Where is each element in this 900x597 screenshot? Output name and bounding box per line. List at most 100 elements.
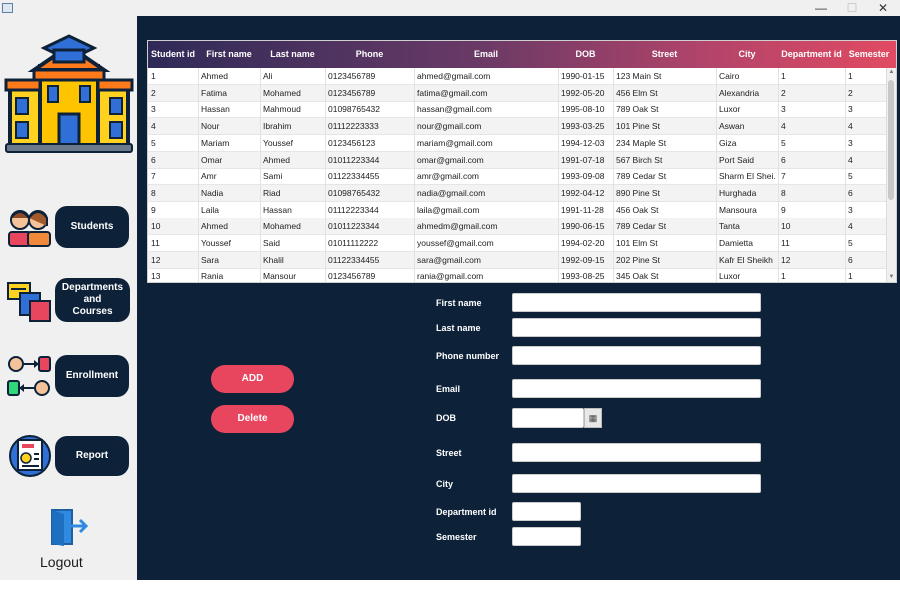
students-table[interactable]: Student id First name Last name Phone Email D… xyxy=(147,40,897,283)
bottom-strip xyxy=(0,580,900,597)
table-cell: 3 xyxy=(151,104,156,115)
table-cell: 1992-09-15 xyxy=(561,254,605,265)
scroll-up-icon[interactable]: ▲ xyxy=(887,68,896,77)
nav-students-button[interactable]: Students xyxy=(55,206,129,248)
table-cell: Nadia xyxy=(201,187,224,198)
delete-button[interactable]: Delete xyxy=(211,405,294,433)
table-cell: 01122334455 xyxy=(328,254,380,265)
table-cell: 456 Oak St xyxy=(616,204,659,215)
column-divider xyxy=(558,68,559,282)
students-icon xyxy=(8,210,51,247)
table-cell: Mahmoud xyxy=(263,104,301,115)
table-row[interactable]: 1 Ahmed Ali 0123456789 ahmed@gmail.com 1990-0… xyxy=(148,68,886,85)
calendar-icon[interactable]: ▦ xyxy=(584,408,602,428)
title-bar: — ☐ ✕ xyxy=(0,0,900,16)
department-id-input[interactable] xyxy=(512,502,581,521)
add-button[interactable]: ADD xyxy=(211,365,294,393)
table-cell: 4 xyxy=(848,121,853,132)
last-name-label: Last name xyxy=(436,323,481,333)
table-cell: 5 xyxy=(848,238,853,248)
logout-icon[interactable] xyxy=(48,506,90,548)
column-header[interactable]: Last name xyxy=(260,41,325,68)
table-cell: Port Said xyxy=(719,154,754,165)
table-cell: 7 xyxy=(151,171,156,182)
column-header[interactable]: Phone xyxy=(325,41,414,68)
column-header[interactable]: Street xyxy=(613,41,716,68)
logout-label[interactable]: Logout xyxy=(40,554,83,570)
city-input[interactable] xyxy=(512,474,761,493)
table-row[interactable]: 2 Fatima Mohamed 0123456789 fatima@gmail.com… xyxy=(148,84,886,102)
table-cell: 2 xyxy=(781,87,786,98)
table-row[interactable]: 8 Nadia Riad 01098765432 nadia@gmail.com 1992… xyxy=(148,184,886,202)
table-cell: 6 xyxy=(848,254,853,265)
table-cell: 890 Pine St xyxy=(616,187,660,198)
table-cell: Hassan xyxy=(263,204,292,215)
table-row[interactable]: 13 Rania Mansour 0123456789 rania@gmail.com 1… xyxy=(148,268,886,282)
table-cell: Nour xyxy=(201,121,220,132)
table-cell: Youssef xyxy=(201,238,231,248)
table-cell: 456 Elm St xyxy=(616,87,658,98)
table-cell: 1990-06-15 xyxy=(561,221,605,232)
phone-number-input[interactable] xyxy=(512,346,761,365)
column-header[interactable]: DOB xyxy=(558,41,613,68)
column-header[interactable]: First name xyxy=(198,41,260,68)
minimize-button[interactable]: — xyxy=(806,0,836,16)
scroll-thumb[interactable] xyxy=(888,80,894,200)
table-cell: 01011223344 xyxy=(328,221,380,232)
first-name-input[interactable] xyxy=(512,293,761,312)
table-cell: 567 Birch St xyxy=(616,154,663,165)
table-row[interactable]: 6 Omar Ahmed 01011223344 omar@gmail.com 1991-… xyxy=(148,151,886,169)
column-header[interactable]: Student id xyxy=(148,41,198,68)
column-divider xyxy=(325,68,326,282)
table-scrollbar[interactable]: ▲ ▼ xyxy=(886,68,896,282)
table-row[interactable]: 11 Youssef Said 01011112222 youssef@gmail.co… xyxy=(148,235,886,252)
table-cell: Youssef xyxy=(263,137,293,148)
dob-label: DOB xyxy=(436,413,456,423)
close-button[interactable]: ✕ xyxy=(868,0,898,16)
table-cell: Khalil xyxy=(263,254,284,265)
table-cell: nadia@gmail.com xyxy=(417,187,486,198)
column-header[interactable]: Semester xyxy=(845,41,893,68)
semester-input[interactable] xyxy=(512,527,581,546)
maximize-button[interactable]: ☐ xyxy=(837,0,867,16)
table-cell: 789 Cedar St xyxy=(616,171,667,182)
email-input[interactable] xyxy=(512,379,761,398)
table-row[interactable]: 4 Nour Ibrahim 01112223333 nour@gmail.com 199… xyxy=(148,118,886,136)
table-row[interactable]: 5 Mariam Youssef 0123456123 mariam@gmail.com… xyxy=(148,135,886,152)
column-header[interactable]: Email xyxy=(414,41,558,68)
table-cell: 4 xyxy=(151,121,156,132)
nav-report-button[interactable]: Report xyxy=(55,436,129,476)
table-cell: youssef@gmail.com xyxy=(417,238,494,248)
table-cell: 5 xyxy=(151,137,156,148)
table-cell: 0123456123 xyxy=(328,137,376,148)
table-cell: 11 xyxy=(781,238,790,248)
table-cell: 1995-08-10 xyxy=(561,104,605,115)
table-cell: 5 xyxy=(848,171,853,182)
table-row[interactable]: 10 Ahmed Mohamed 01011223344 ahmedm@gmail.co… xyxy=(148,218,886,236)
table-cell: ahmedm@gmail.com xyxy=(417,221,498,232)
department-id-label: Department id xyxy=(436,507,497,517)
dob-input[interactable] xyxy=(512,408,584,428)
column-header[interactable]: Department id xyxy=(778,41,845,68)
nav-departments-courses-button[interactable]: Departments and Courses xyxy=(55,278,130,322)
street-input[interactable] xyxy=(512,443,761,462)
table-cell: 1 xyxy=(781,71,786,81)
table-cell: 1990-01-15 xyxy=(561,71,605,81)
column-header[interactable]: City xyxy=(716,41,778,68)
table-cell: Sharm El Shei... xyxy=(719,171,776,182)
table-cell: mariam@gmail.com xyxy=(417,137,493,148)
table-row[interactable]: 3 Hassan Mahmoud 01098765432 hassan@gmail.co… xyxy=(148,101,886,119)
phone-number-label: Phone number xyxy=(436,351,500,361)
report-icon xyxy=(9,435,51,477)
table-cell: 1993-09-08 xyxy=(561,171,605,182)
nav-enrollment-button[interactable]: Enrollment xyxy=(55,355,129,397)
table-cell: 234 Maple St xyxy=(616,137,667,148)
table-cell: 6 xyxy=(151,154,156,165)
table-cell: 8 xyxy=(151,187,156,198)
last-name-input[interactable] xyxy=(512,318,761,337)
table-row[interactable]: 12 Sara Khalil 01122334455 sara@gmail.com 199… xyxy=(148,251,886,269)
scroll-down-icon[interactable]: ▼ xyxy=(887,273,896,282)
table-row[interactable]: 7 Amr Sami 01122334455 amr@gmail.com 1993-09-… xyxy=(148,168,886,186)
table-cell: Mansour xyxy=(263,271,297,282)
table-row[interactable]: 9 Laila Hassan 01112223344 laila@gmail.com 19… xyxy=(148,202,886,219)
